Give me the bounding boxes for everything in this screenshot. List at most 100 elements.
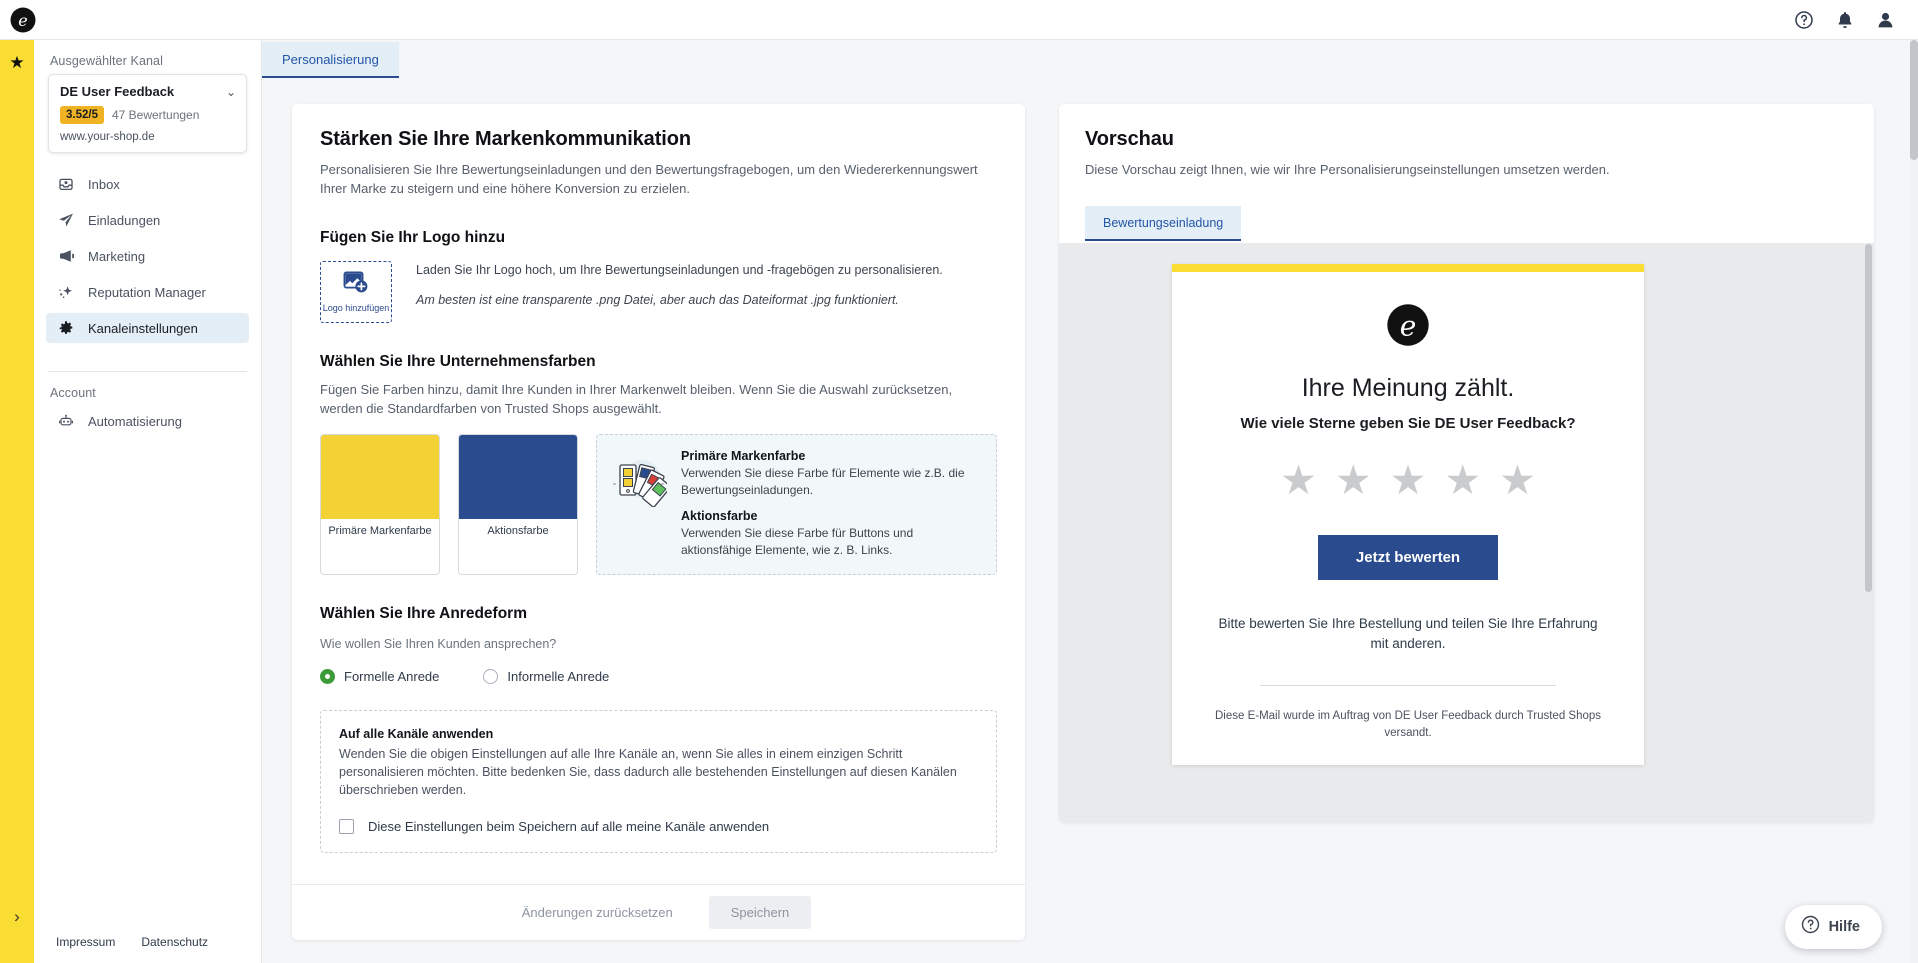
save-button[interactable]: Speichern [708,896,812,929]
question-circle-icon [1801,915,1820,939]
impressum-link[interactable]: Impressum [56,935,115,949]
apply-all-checkbox-row[interactable]: Diese Einstellungen beim Speichern auf a… [339,818,978,834]
trustedshops-e-logo-icon[interactable]: e [8,5,38,35]
color-info-primary: Primäre Markenfarbe Verwenden Sie diese … [681,449,980,499]
top-bar: e [0,0,1918,40]
logo-upload-label: Logo hinzufügen [322,302,390,313]
preview-scrollbar-thumb[interactable] [1865,244,1872,592]
email-headline: Ihre Meinung zählt. [1301,374,1515,402]
page-scrollbar-thumb[interactable] [1910,40,1918,160]
sidebar-footer: Impressum Datenschutz [34,935,261,963]
help-icon[interactable] [1793,9,1814,30]
help-widget[interactable]: Hilfe [1784,905,1882,949]
colors-section-heading: Wählen Sie Ihre Unternehmensfarben [320,352,596,370]
star-icon[interactable]: ★ [1280,460,1317,501]
color-palette-fan-icon [613,455,671,512]
preview-subtitle: Diese Vorschau zeigt Ihnen, wie wir Ihre… [1085,162,1610,177]
radio-formelle-anrede[interactable]: Formelle Anrede [320,668,440,684]
channel-selector[interactable]: DE User Feedback ⌄ 3.52/5 47 Bewertungen… [48,74,247,154]
sparkle-star-icon [58,284,74,300]
radio-label: Formelle Anrede [344,668,440,684]
color-info-body: Verwenden Sie diese Farbe für Buttons un… [681,526,914,558]
star-icon[interactable]: ★ [1444,460,1481,501]
sidebar-item-label: Kanaleinstellungen [88,320,198,336]
email-logo: e [1212,302,1604,348]
swatch-fill [459,435,577,520]
color-info-text: Primäre Markenfarbe Verwenden Sie diese … [681,449,980,559]
channel-name: DE User Feedback [60,84,175,99]
rating-badge: 3.52/5 [60,106,104,125]
page-scrollbar[interactable] [1910,40,1918,963]
datenschutz-link[interactable]: Datenschutz [141,935,208,949]
megaphone-icon [58,248,74,264]
apply-all-body: Wenden Sie die obigen Einstellungen auf … [339,746,957,797]
expand-sidebar-icon[interactable]: › [14,907,20,927]
sidebar-item-reputation-manager[interactable]: Reputation Manager [46,277,249,307]
apply-all-checkbox-label: Diese Einstellungen beim Speichern auf a… [368,818,770,834]
account-section-label: Account [50,386,96,401]
email-footer-text: Diese E-Mail wurde im Auftrag von DE Use… [1214,709,1602,740]
radio-indicator-selected[interactable] [320,668,335,684]
salutation-question: Wie wollen Sie Ihren Kunden ansprechen? [320,636,557,651]
star-icon[interactable]: ★ [1499,460,1536,501]
swatch-label: Aktionsfarbe [487,525,549,538]
preview-title: Vorschau [1085,128,1174,150]
notifications-bell-icon[interactable] [1834,9,1855,30]
sidebar-item-automatisierung[interactable]: Automatisierung [46,406,249,436]
color-info-body: Verwenden Sie diese Farbe für Elemente w… [681,466,965,498]
apply-all-title: Auf alle Kanäle anwenden [339,726,494,741]
logo-upload-text: Laden Sie Ihr Logo hoch, um Ihre Bewertu… [416,262,943,277]
page-tabstrip: Personalisierung [262,40,1918,78]
star-icon[interactable]: ★ [1335,460,1372,501]
form-actions: Änderungen zurücksetzen Speichern [292,884,1025,940]
top-bar-actions [1793,9,1896,30]
radio-informelle-anrede[interactable]: Informelle Anrede [483,668,609,684]
sidebar-item-label: Automatisierung [88,413,182,429]
sidebar-item-label: Reputation Manager [88,284,206,300]
logo-upload-row: Logo hinzufügen Laden Sie Ihr Logo hoch,… [320,260,997,323]
preview-scrollbar[interactable] [1865,244,1872,822]
email-accent-bar [1172,264,1644,272]
paper-plane-icon [58,212,74,228]
sidebar-item-kanaleinstellungen[interactable]: Kanaleinstellungen [46,313,249,344]
selected-channel-label: Ausgewählter Kanal [50,54,163,68]
color-info-title: Aktionsfarbe [681,509,758,524]
logo-section-heading: Fügen Sie Ihr Logo hinzu [320,228,506,246]
channel-rating-row: 3.52/5 47 Bewertungen [60,106,236,125]
apply-all-checkbox[interactable] [339,818,354,834]
swatch-label: Primäre Markenfarbe [328,525,432,538]
email-preview: e Ihre Meinung zählt. Wie viele Sterne g… [1172,264,1644,766]
help-widget-label: Hilfe [1828,919,1860,935]
sidebar-nav: Inbox Einladungen Marketing Reputation M… [34,169,261,349]
sidebar-item-einladungen[interactable]: Einladungen [46,205,249,235]
sidebar-item-label: Inbox [88,176,120,192]
tab-personalisierung[interactable]: Personalisierung [262,42,399,78]
reset-changes-button[interactable]: Änderungen zurücksetzen [506,896,689,929]
star-icon[interactable]: ★ [1390,460,1427,501]
page-title: Stärken Sie Ihre Markenkommunikation [320,128,691,150]
svg-text:e: e [18,11,27,30]
robot-icon [58,413,74,429]
sidebar-item-label: Einladungen [88,212,161,228]
salutation-radio-group: Formelle Anrede Informelle Anrede [320,668,997,684]
channel-url: www.your-shop.de [60,131,155,144]
email-cta-button[interactable]: Jetzt bewerten [1317,535,1499,580]
favorites-star-icon[interactable]: ★ [9,54,24,71]
email-star-rating[interactable]: ★ ★ ★ ★ ★ [1212,460,1604,501]
sidebar-item-label: Marketing [88,248,146,264]
swatch-action-color[interactable]: Aktionsfarbe [458,434,578,575]
chevron-down-icon[interactable]: ⌄ [226,86,236,98]
logo-upload-dropzone[interactable]: Logo hinzufügen [320,260,392,323]
preview-tabstrip: Bewertungseinladung [1085,205,1848,241]
email-divider [1260,684,1556,686]
review-count: 47 Bewertungen [111,108,200,123]
radio-indicator[interactable] [483,668,499,684]
swatch-primary-brand-color[interactable]: Primäre Markenfarbe [320,434,440,575]
colors-section-text: Fügen Sie Farben hinzu, damit Ihre Kunde… [320,381,953,416]
gear-icon [58,320,74,336]
preview-tab-bewertungseinladung[interactable]: Bewertungseinladung [1085,205,1242,241]
sidebar-item-marketing[interactable]: Marketing [46,241,249,271]
personalization-card: Stärken Sie Ihre Markenkommunikation Per… [292,104,1025,940]
user-account-icon[interactable] [1875,9,1896,30]
sidebar-item-inbox[interactable]: Inbox [46,169,249,199]
